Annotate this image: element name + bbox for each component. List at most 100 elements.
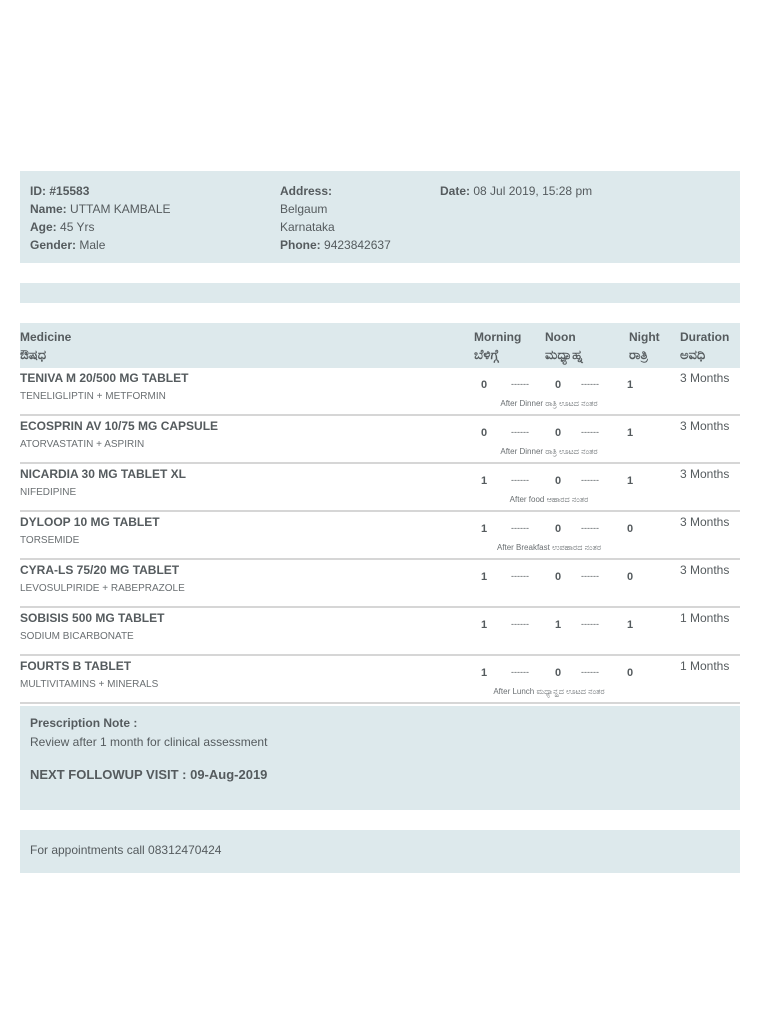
address-line-2: Karnataka [280,220,335,234]
dose-separator: ------ [511,475,529,485]
dose-noon: 1 [555,619,562,631]
medicine-duration: 1 Months [680,611,730,625]
phone-label: Phone: [280,238,321,252]
medicine-generic: NIFEDIPINE [20,487,77,498]
patient-gender: Male [79,238,106,252]
medicine-name: SOBISIS 500 MG TABLET [20,611,165,625]
dose-separator: ------ [511,523,529,533]
dose-noon: 0 [555,475,562,487]
header-night-label: Night [629,330,660,344]
patient-phone: 9423842637 [324,238,391,252]
table-row: DYLOOP 10 MG TABLET TORSEMIDE 1 ------ 0 ----… [20,512,740,560]
medicine-generic: TORSEMIDE [20,535,80,546]
address-label: Address: [280,184,333,198]
dose-separator: ------ [581,475,599,485]
header-morning: Morning ಬೆಳಿಗ್ಗೆ [474,328,521,364]
patient-id: #15583 [49,184,90,198]
header-medicine-label: Medicine [20,330,72,344]
medicine-name: NICARDIA 30 MG TABLET XL [20,467,187,481]
header-duration: Duration ಅವಧಿ [680,328,729,364]
dosage-instruction: After Dinner ರಾತ್ರಿ ಊಟದ ನಂತರ [500,399,598,408]
dose-morning: 1 [481,619,488,631]
dose-night: 1 [627,475,634,487]
address-line-1: Belgaum [280,202,328,216]
next-followup: NEXT FOLLOWUP VISIT : 09-Aug-2019 [30,767,268,782]
dose-night: 0 [627,667,634,679]
dose-noon: 0 [555,379,562,391]
dose-separator: ------ [511,427,529,437]
medicine-duration: 3 Months [680,371,730,385]
medicine-name: TENIVA M 20/500 MG TABLET [20,371,189,385]
dose-morning: 1 [481,475,488,487]
age-label: Age: [30,220,57,234]
patient-info-panel: ID: #15583 Name: UTTAM KAMBALE Age: 45 Y… [20,171,740,263]
appointment-text: For appointments call 08312470424 [30,843,222,857]
patient-name: UTTAM KAMBALE [70,202,171,216]
dose-separator: ------ [511,379,529,389]
dose-night: 1 [627,619,634,631]
table-row: CYRA-LS 75/20 MG TABLET LEVOSULPIRIDE + R… [20,560,740,608]
date-value: 08 Jul 2019, 15:28 pm [473,184,593,198]
dose-noon: 0 [555,523,562,535]
header-noon-kn: ಮಧ್ಯಾಹ್ನ [545,347,583,362]
patient-details: ID: #15583 Name: UTTAM KAMBALE Age: 45 Y… [30,182,171,254]
note-title: Prescription Note : [30,716,138,730]
dose-morning: 1 [481,667,488,679]
id-label: ID: [30,184,46,198]
note-body: Review after 1 month for clinical assess… [30,735,268,749]
medicine-name: DYLOOP 10 MG TABLET [20,515,160,529]
medicine-duration: 3 Months [680,419,730,433]
medicine-table-header: Medicine ಔಷಧ Morning ಬೆಳಿಗ್ಗೆ Noon ಮಧ್ಯಾ… [20,323,740,368]
dosage-instruction: After Breakfast ಉಪಹಾರದ ನಂತರ [496,543,602,552]
header-duration-kn: ಅವಧಿ [680,347,706,362]
medicine-duration: 1 Months [680,659,730,673]
patient-age: 45 Yrs [60,220,95,234]
header-morning-label: Morning [474,330,522,344]
dose-noon: 0 [555,667,562,679]
dose-morning: 1 [481,523,488,535]
header-night-kn: ರಾತ್ರಿ [629,347,648,362]
dose-separator: ------ [511,619,529,629]
dose-separator: ------ [581,427,599,437]
dose-separator: ------ [581,379,599,389]
prescription-note-panel: Prescription Note : Review after 1 month… [20,706,740,810]
header-noon: Noon ಮಧ್ಯಾಹ್ನ [545,328,583,364]
header-night: Night ರಾತ್ರಿ [629,328,660,364]
header-morning-kn: ಬೆಳಿಗ್ಗೆ [474,347,499,362]
medicine-generic: ATORVASTATIN + ASPIRIN [20,439,145,450]
dosage-instruction: After Lunch ಮಧ್ಯಾನ್ಹದ ಊಟದ ನಂತರ [493,687,605,696]
medicine-duration: 3 Months [680,515,730,529]
medicine-generic: LEVOSULPIRIDE + RABEPRAZOLE [20,583,185,594]
appointment-panel: For appointments call 08312470424 [20,830,740,873]
medicine-generic: TENELIGLIPTIN + METFORMIN [20,391,166,402]
medicine-duration: 3 Months [680,467,730,481]
dose-night: 0 [627,571,634,583]
header-medicine-kn: ಔಷಧ [20,347,47,362]
medicine-name: FOURTS B TABLET [20,659,132,673]
header-duration-label: Duration [680,330,730,344]
prescription-date: Date: 08 Jul 2019, 15:28 pm [440,182,592,200]
dose-separator: ------ [581,619,599,629]
table-row: TENIVA M 20/500 MG TABLET TENELIGLIPTIN +… [20,368,740,416]
gender-label: Gender: [30,238,77,252]
dose-night: 1 [627,379,634,391]
dose-separator: ------ [581,523,599,533]
date-label: Date: [440,184,471,198]
medicine-generic: SODIUM BICARBONATE [20,631,134,642]
name-label: Name: [30,202,67,216]
dose-night: 0 [627,523,634,535]
dose-noon: 0 [555,427,562,439]
medicine-name: ECOSPRIN AV 10/75 MG CAPSULE [20,419,219,433]
dose-separator: ------ [581,667,599,677]
dosage-instruction: After food ಆಹಾರದ ನಂತರ [509,495,589,504]
dose-morning: 0 [481,427,488,439]
divider-band [20,283,740,303]
medicine-name: CYRA-LS 75/20 MG TABLET [20,563,180,577]
dose-separator: ------ [581,571,599,581]
table-row: NICARDIA 30 MG TABLET XL NIFEDIPINE 1 -----… [20,464,740,512]
dosage-instruction: After Dinner ರಾತ್ರಿ ಊಟದ ನಂತರ [500,447,598,456]
medicine-generic: MULTIVITAMINS + MINERALS [20,679,159,690]
dose-separator: ------ [511,571,529,581]
medicine-duration: 3 Months [680,563,730,577]
dose-noon: 0 [555,571,562,583]
